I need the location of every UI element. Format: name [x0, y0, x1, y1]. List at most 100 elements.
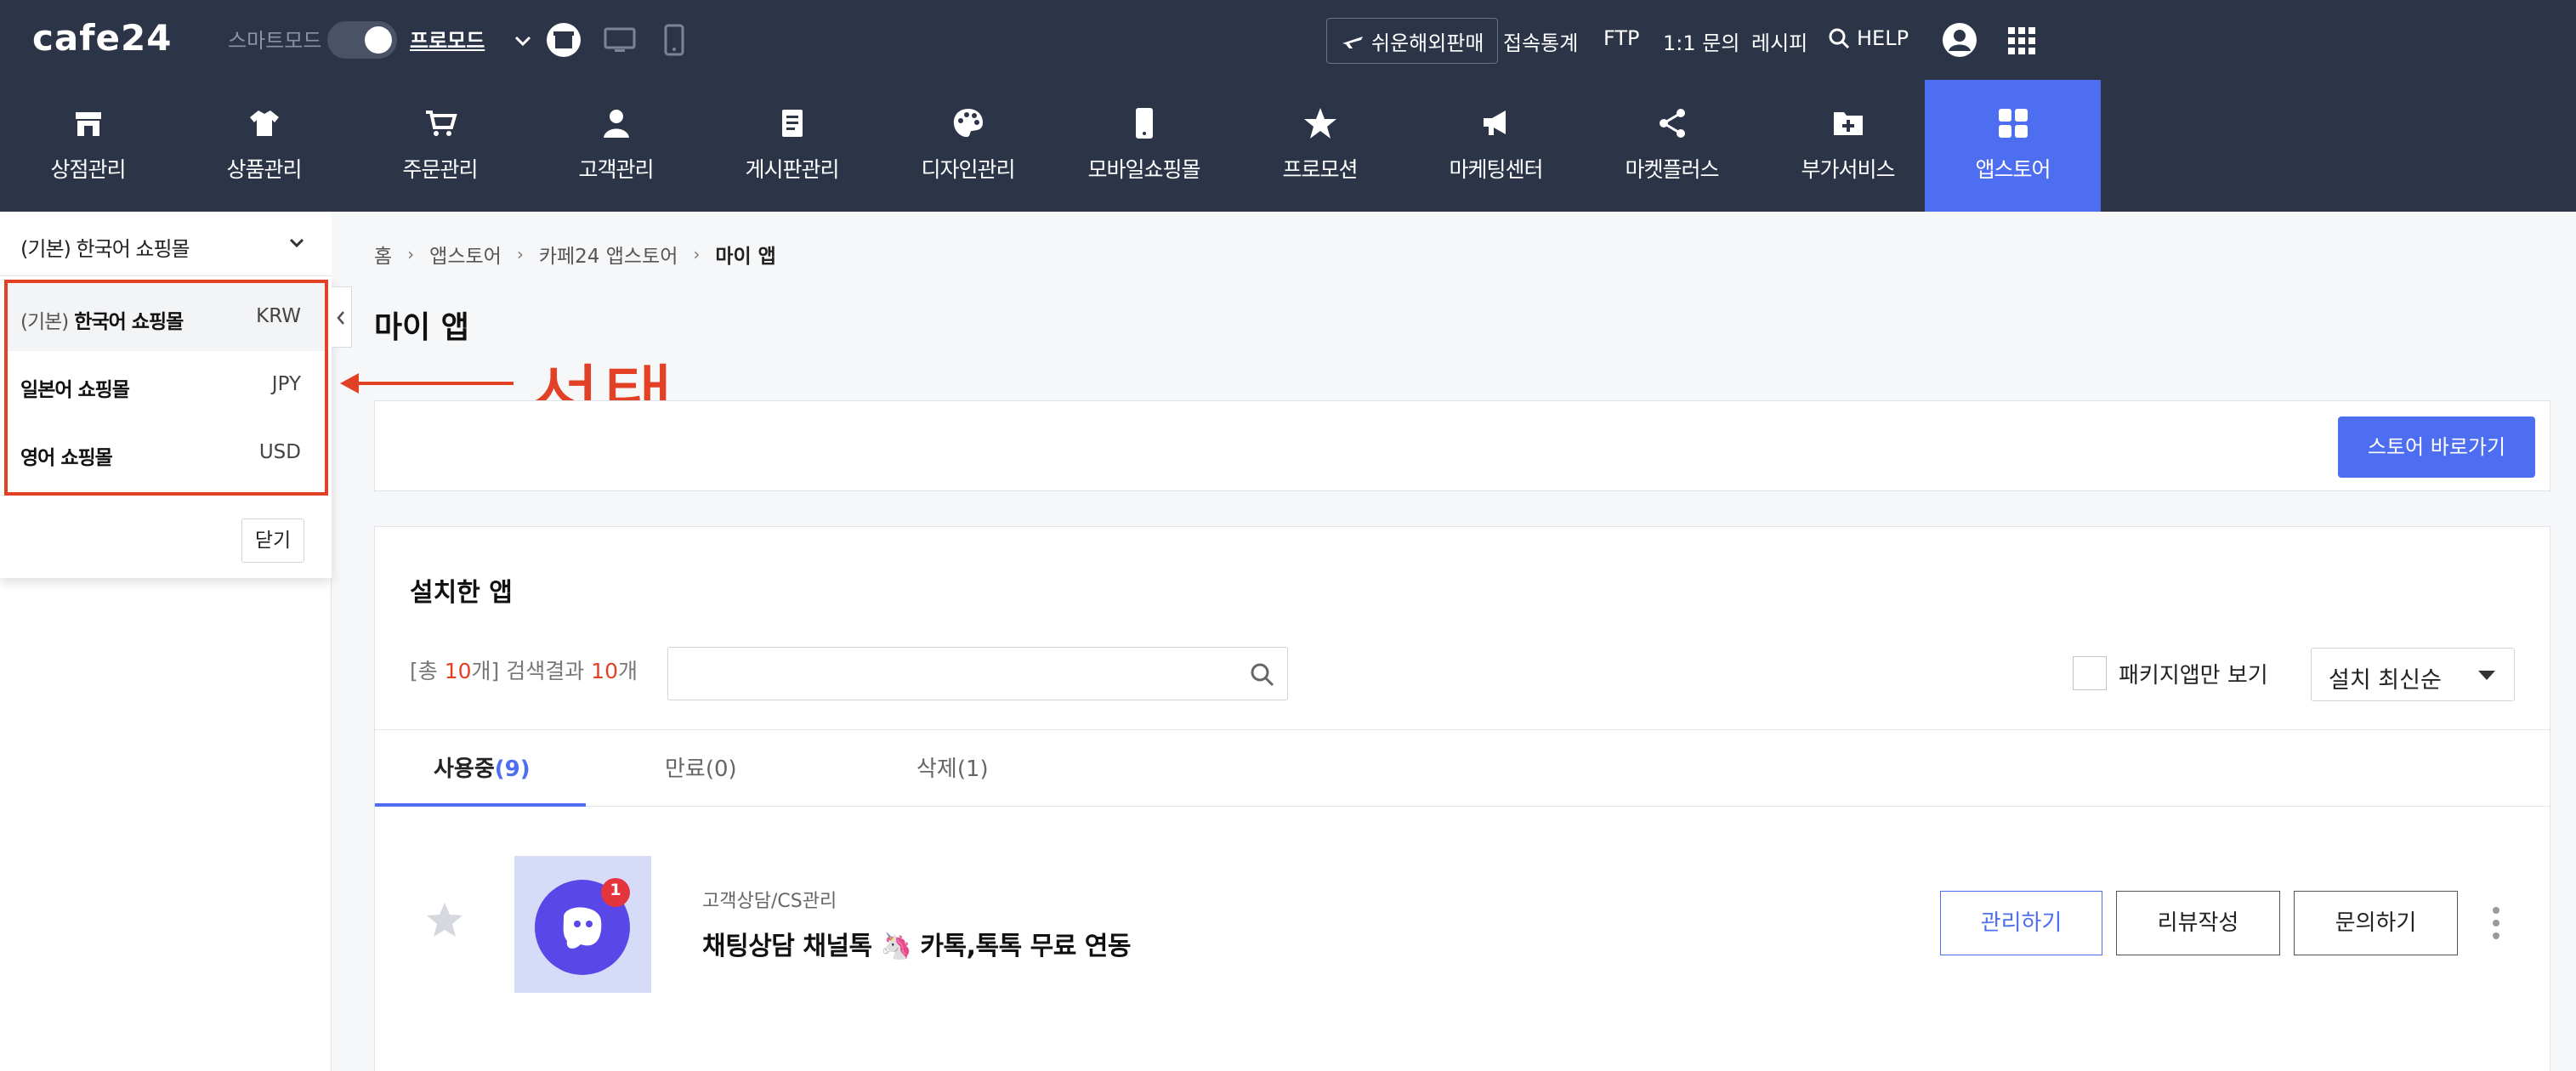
main-nav: 상점관리 상품관리 주문관리 고객관리 게시판관리 디자인관리 모바일쇼핑몰 프… [0, 80, 2576, 212]
notification-badge: 1 [610, 881, 621, 899]
folder-plus-icon [1834, 112, 1863, 135]
nav-marketplus[interactable]: 마켓플러스 [1584, 80, 1760, 212]
search-icon[interactable] [1250, 662, 1275, 688]
nav-label: 고객관리 [578, 157, 654, 182]
breadcrumb-current: 마이 앱 [715, 246, 776, 268]
app-name[interactable]: 채팅상담 채널톡 🦄 카톡,톡톡 무료 연동 [702, 925, 1131, 962]
favorite-star-icon[interactable] [425, 901, 464, 938]
package-only-checkbox[interactable] [2073, 656, 2107, 690]
nav-label: 프로모션 [1282, 157, 1358, 182]
help-label: HELP [1857, 26, 1909, 50]
tab-deleted[interactable]: 삭제(1) [916, 751, 989, 783]
tab-in-use[interactable]: 사용중(9) [434, 751, 531, 783]
inquiry-link[interactable]: 1:1 문의 [1663, 26, 1739, 56]
manage-button[interactable]: 관리하기 [1940, 891, 2102, 955]
pro-mode-label[interactable]: 프로모드 [410, 24, 485, 54]
breadcrumb-separator: › [516, 244, 524, 264]
nav-products[interactable]: 상품관리 [176, 80, 352, 212]
nav-label: 모바일쇼핑몰 [1087, 157, 1200, 182]
help-link[interactable]: HELP [1828, 26, 1909, 50]
board-icon [782, 110, 803, 137]
close-button[interactable]: 닫기 [241, 518, 304, 563]
breadcrumb-separator: › [693, 244, 701, 264]
mobile-icon [1136, 108, 1153, 139]
store-mode-icon[interactable] [546, 22, 582, 58]
package-only-label[interactable]: 패키지앱만 보기 [2119, 658, 2268, 689]
page-title: 마이 앱 [374, 310, 469, 345]
sort-select[interactable]: 설치 최신순 [2311, 648, 2515, 701]
overseas-sales-button[interactable]: 쉬운해외판매 [1326, 18, 1499, 64]
breadcrumb: 홈 › 앱스토어 › 카페24 앱스토어 › 마이 앱 [374, 240, 776, 269]
nav-marketing[interactable]: 마케팅센터 [1408, 80, 1584, 212]
write-review-button[interactable]: 리뷰작성 [2116, 891, 2280, 955]
sidebar-collapse-button[interactable] [332, 286, 352, 348]
more-options-icon[interactable] [2491, 906, 2501, 940]
nav-appstore[interactable]: 앱스토어 [1925, 80, 2101, 212]
result-count: [총 10개] 검색결과 10개 [410, 659, 638, 683]
airplane-icon [1342, 37, 1363, 48]
sort-value: 설치 최신순 [2329, 667, 2442, 694]
nav-mobile[interactable]: 모바일쇼핑몰 [1056, 80, 1232, 212]
active-tab-indicator [375, 803, 586, 807]
mobile-device-icon[interactable] [656, 22, 692, 58]
search-icon [1829, 28, 1850, 49]
nav-label: 디자인관리 [921, 157, 1015, 182]
nav-label: 상품관리 [226, 157, 302, 182]
installed-apps-title: 설치한 앱 [410, 578, 513, 608]
nav-label: 주문관리 [402, 157, 478, 182]
chevron-down-icon[interactable] [513, 34, 532, 48]
nav-orders[interactable]: 주문관리 [352, 80, 528, 212]
nav-promotion[interactable]: 프로모션 [1232, 80, 1408, 212]
overseas-label: 쉬운해외판매 [1371, 31, 1484, 55]
megaphone-icon [1484, 110, 1506, 135]
ftp-link[interactable]: FTP [1603, 26, 1640, 50]
store-icon [76, 112, 101, 136]
breadcrumb-home[interactable]: 홈 [374, 240, 392, 269]
nav-store[interactable]: 상점관리 [0, 80, 176, 212]
user-icon [604, 110, 629, 138]
chevron-down-icon [289, 238, 304, 248]
go-to-store-button[interactable]: 스토어 바로가기 [2338, 416, 2535, 478]
installed-apps-panel [374, 526, 2550, 1071]
app-thumbnail[interactable]: 1 [514, 856, 651, 993]
app-search-input[interactable] [678, 656, 1223, 690]
nav-customers[interactable]: 고객관리 [528, 80, 704, 212]
shop-selector-value: (기본) 한국어 쇼핑몰 [20, 237, 190, 261]
nav-label: 앱스토어 [1975, 157, 2051, 182]
caret-down-icon [2478, 671, 2495, 680]
divider [375, 729, 2550, 730]
app-grid-icon[interactable] [2008, 27, 2035, 54]
breadcrumb-cafe24-appstore[interactable]: 카페24 앱스토어 [539, 240, 678, 269]
top-bar: cafe24 스마트모드 프로모드 쉬운해외판매 접속통계 FTP 1:1 문의… [0, 0, 2576, 80]
store-link-panel [374, 400, 2550, 491]
apps-grid-icon [1999, 109, 2028, 138]
app-category: 고객상담/CS관리 [702, 891, 837, 912]
cafe24-logo[interactable]: cafe24 [32, 17, 172, 59]
divider [375, 806, 2550, 807]
stats-link[interactable]: 접속통계 [1503, 26, 1578, 56]
chevron-left-icon [337, 311, 344, 325]
nav-label: 마켓플러스 [1625, 157, 1719, 182]
recipe-link[interactable]: 레시피 [1751, 26, 1807, 56]
mode-toggle[interactable] [327, 21, 397, 59]
toggle-knob [365, 26, 392, 54]
nav-addons[interactable]: 부가서비스 [1760, 80, 1936, 212]
channeltalk-logo-icon [535, 878, 630, 975]
nav-label: 상점관리 [50, 157, 126, 182]
desktop-icon[interactable] [602, 22, 638, 58]
share-icon [1660, 109, 1685, 138]
star-icon [1304, 108, 1336, 139]
breadcrumb-separator: › [407, 244, 415, 264]
breadcrumb-appstore[interactable]: 앱스토어 [429, 240, 502, 269]
inquiry-button[interactable]: 문의하기 [2294, 891, 2458, 955]
nav-label: 부가서비스 [1801, 157, 1895, 182]
tab-expired[interactable]: 만료(0) [665, 751, 737, 783]
shop-selector[interactable]: (기본) 한국어 쇼핑몰 [0, 212, 332, 276]
smart-mode-label[interactable]: 스마트모드 [228, 24, 321, 54]
nav-board[interactable]: 게시판관리 [704, 80, 880, 212]
nav-label: 게시판관리 [745, 157, 839, 182]
cart-icon [426, 110, 457, 136]
account-icon[interactable] [1942, 22, 1977, 58]
nav-design[interactable]: 디자인관리 [880, 80, 1056, 212]
app-search-box [667, 647, 1288, 700]
